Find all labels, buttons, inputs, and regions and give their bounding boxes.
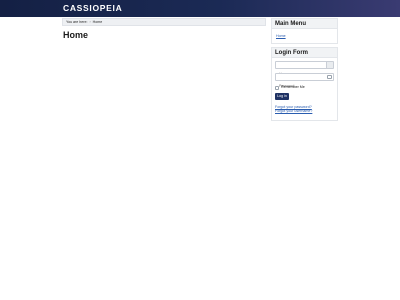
remember-me-label[interactable]: Remember Me (281, 85, 305, 90)
username-field[interactable] (275, 61, 334, 77)
password-field[interactable] (275, 73, 334, 89)
forgot-username-link[interactable]: Forgot your username? (275, 109, 312, 114)
login-button[interactable]: Log in (275, 93, 289, 100)
user-icon (326, 62, 333, 68)
login-form-header: Login Form (272, 48, 337, 58)
main-menu-card: Main Menu Home (271, 18, 338, 44)
login-form-card: Login Form Remember Me Log in Forgot you… (271, 47, 338, 121)
login-form-title: Login Form (275, 50, 308, 56)
menu-item-home[interactable]: Home (276, 34, 286, 38)
site-header: CASSIOPEIA (0, 0, 400, 17)
site-logo[interactable]: CASSIOPEIA (63, 3, 122, 14)
breadcrumb: You are here: › Home (62, 18, 266, 26)
breadcrumb-current: Home (92, 20, 103, 24)
remember-me-row[interactable]: Remember Me (275, 85, 305, 90)
login-form-body: Remember Me Log in Forgot your password?… (272, 58, 337, 120)
page-title: Home (63, 30, 89, 40)
main-menu-title: Main Menu (275, 21, 306, 27)
breadcrumb-separator: › (89, 20, 91, 24)
main-menu-body: Home (272, 29, 337, 43)
breadcrumb-prefix: You are here: (66, 20, 88, 24)
main-menu-header: Main Menu (272, 19, 337, 29)
remember-me-checkbox[interactable] (275, 85, 279, 90)
show-password-toggle-icon[interactable] (327, 75, 332, 79)
